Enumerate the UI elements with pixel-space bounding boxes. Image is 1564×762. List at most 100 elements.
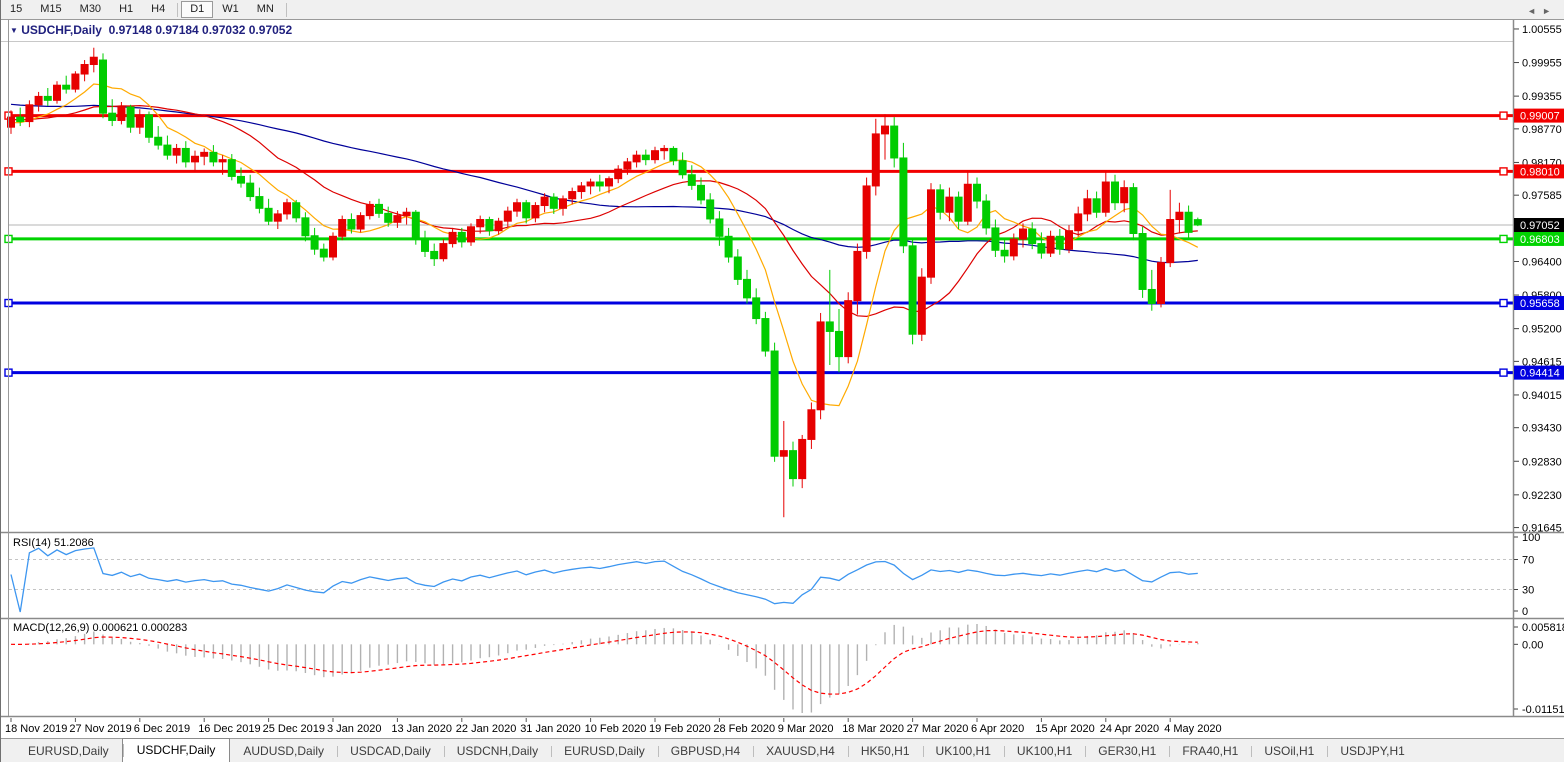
date-axis-label: 3 Jan 2020 [327,723,381,735]
candle-body [339,220,346,237]
candle-body [1056,236,1063,249]
candle-body [615,169,622,179]
date-axis-label: 9 Mar 2020 [778,723,834,735]
candle-body [495,221,502,231]
macd-axis-label: 0.00 [1522,639,1543,651]
candle-body [808,410,815,440]
chart-tab-usdchf-daily[interactable]: USDCHF,Daily [122,738,231,762]
price-badge [1514,296,1564,310]
price-axis-tick: 0.92230 [1522,490,1562,502]
candle-body [799,439,806,478]
candle-body [744,279,751,297]
candle-body [1020,229,1027,239]
candle-body [458,232,465,242]
candle-body [422,239,429,251]
price-chart-canvas[interactable]: 1.005550.999550.993550.987700.981700.975… [1,0,1564,762]
chart-tab-usoil-h1[interactable]: USOil,H1 [1251,741,1327,762]
macd-signal-line [11,631,1198,695]
date-axis-label: 6 Dec 2019 [134,723,190,735]
chart-tab-eurusd-daily[interactable]: EURUSD,Daily [15,741,122,762]
candle-body [330,236,337,257]
line-handle-right [1500,369,1507,376]
date-axis-label: 24 Apr 2020 [1100,723,1159,735]
chart-tab-uk100-h1[interactable]: UK100,H1 [923,741,1004,762]
candle-body [1139,234,1146,290]
chart-tab-fra40-h1[interactable]: FRA40,H1 [1169,741,1251,762]
candle-body [118,107,125,120]
date-axis-label: 27 Mar 2020 [907,723,969,735]
date-axis-label: 19 Feb 2020 [649,723,711,735]
candle-body [1029,229,1036,244]
chart-tab-usdcad-daily[interactable]: USDCAD,Daily [337,741,444,762]
candle-body [826,322,833,332]
candle-body [882,126,889,134]
chart-tab-audusd-daily[interactable]: AUDUSD,Daily [230,741,337,762]
price-axis-tick: 0.97585 [1522,190,1562,202]
chart-tab-ger30-h1[interactable]: GER30,H1 [1085,741,1169,762]
chart-tab-usdcnh-daily[interactable]: USDCNH,Daily [444,741,551,762]
timeframe-button-w1[interactable]: W1 [213,1,248,18]
timeframe-button-m15[interactable]: M15 [31,1,70,18]
candle-body [679,161,686,175]
timeframe-button-d1[interactable]: D1 [181,1,213,18]
candle-body [661,148,668,150]
candle-body [624,162,631,169]
chart-tab-gbpusd-h4[interactable]: GBPUSD,H4 [658,741,753,762]
timeframe-button-m30[interactable]: M30 [71,1,110,18]
candle-body [504,211,511,221]
candle-body [348,220,355,230]
timeframe-button-15[interactable]: 15 [1,1,31,18]
chart-tab-bar: EURUSD,DailyUSDCHF,DailyAUDUSD,DailyUSDC… [1,738,1564,762]
candle-body [753,298,760,319]
date-axis-label: 22 Jan 2020 [456,723,517,735]
candle-body [238,176,245,183]
candle-body [403,212,410,215]
candle-body [228,160,235,177]
candle-body [974,184,981,201]
candle-body [90,57,97,64]
timeframe-button-h1[interactable]: H1 [110,1,142,18]
price-axis-tick: 0.98170 [1522,157,1562,169]
candle-body [845,301,852,357]
candle-body [964,184,971,221]
candle-body [127,107,134,127]
chart-tab-uk100-h1[interactable]: UK100,H1 [1004,741,1085,762]
candle-body [81,65,88,75]
candle-body [550,197,557,208]
timeframe-button-mn[interactable]: MN [248,1,283,18]
candle-body [642,155,649,159]
candle-body [1194,220,1201,225]
candle-body [109,113,116,120]
candle-body [247,183,254,196]
macd-axis-label: -0.011514 [1522,704,1564,716]
price-axis-tick: 0.91645 [1522,523,1562,535]
candle-body [560,199,567,209]
chart-tab-hk50-h1[interactable]: HK50,H1 [848,741,923,762]
date-axis-label: 10 Feb 2020 [585,723,647,735]
price-axis-tick: 0.98770 [1522,124,1562,136]
candle-body [836,331,843,356]
candle-body [173,148,180,155]
tab-scroll-left-icon[interactable]: ◄ [1527,6,1542,16]
chart-tab-xauusd-h4[interactable]: XAUUSD,H4 [753,741,848,762]
candle-body [366,204,373,215]
candle-body [412,212,419,239]
price-axis-tick: 1.00555 [1522,24,1562,36]
candle-body [891,126,898,158]
candle-body [468,227,475,242]
chevron-down-icon: ▼ [10,26,18,35]
candle-body [1075,214,1082,231]
candle-body [357,216,364,229]
timeframe-button-h4[interactable]: H4 [142,1,174,18]
candle-body [155,137,162,145]
trading-terminal-window: 15M15M30H1H4D1W1MN 1.005550.999550.99355… [0,0,1564,762]
chart-tab-usdjpy-h1[interactable]: USDJPY,H1 [1327,741,1417,762]
line-handle-right [1500,112,1507,119]
candle-body [284,203,291,214]
tab-scroll-right-icon[interactable]: ► [1542,6,1557,16]
line-handle-left [5,168,12,175]
candle-body [44,96,51,100]
chart-tab-eurusd-daily[interactable]: EURUSD,Daily [551,741,658,762]
candle-body [1176,212,1183,219]
candle-body [863,186,870,251]
